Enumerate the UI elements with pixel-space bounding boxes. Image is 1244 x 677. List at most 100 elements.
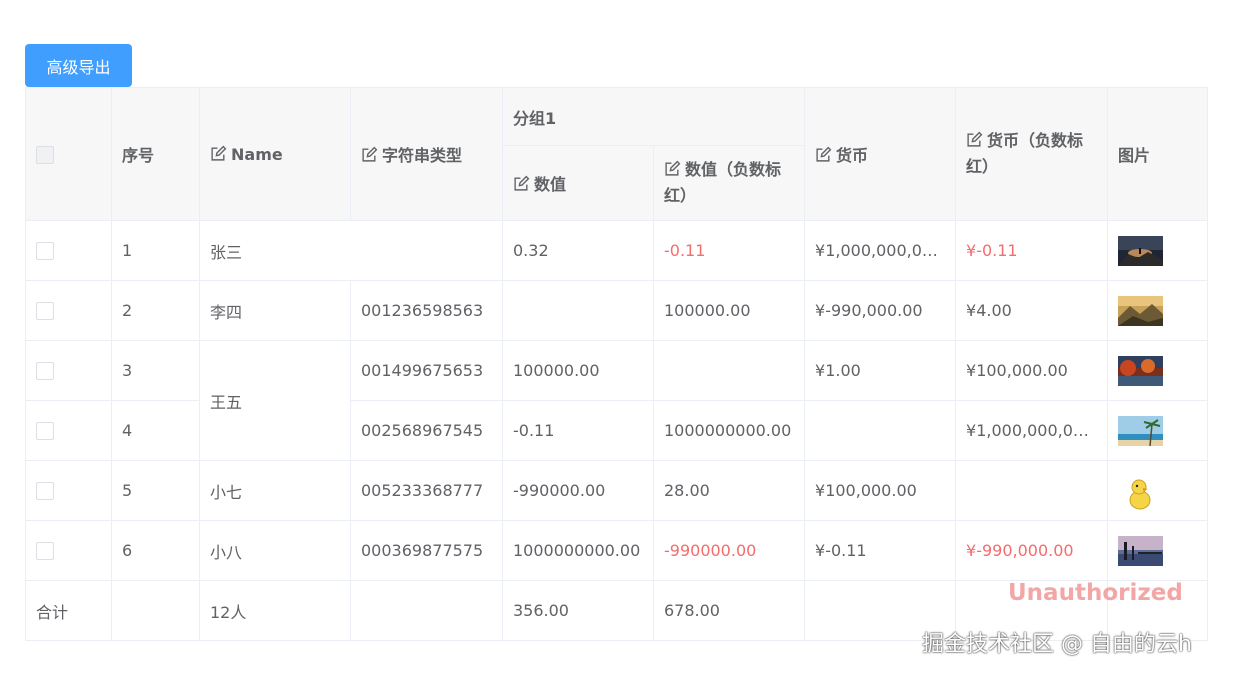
row-select-cell bbox=[25, 460, 112, 521]
header-number-negative[interactable]: 数值（负数标红） bbox=[652, 145, 806, 221]
header-index[interactable]: 序号 bbox=[111, 87, 200, 221]
cell-number-negative bbox=[652, 340, 806, 401]
cell-index: 3 bbox=[111, 340, 200, 401]
cell-number: 0.32 bbox=[502, 220, 654, 281]
cell-number: -0.11 bbox=[502, 400, 654, 461]
cell-number-negative: -990000.00 bbox=[652, 520, 806, 581]
header-name[interactable]: Name bbox=[199, 87, 351, 221]
row-checkbox[interactable] bbox=[36, 362, 54, 381]
beach-palm-thumbnail[interactable] bbox=[1118, 415, 1164, 446]
cell-currency-negative: ¥-990,000.00 bbox=[955, 520, 1109, 581]
cell-currency-negative: ¥100,000.00 bbox=[955, 340, 1109, 401]
table-row[interactable]: 6 小八 000369877575 1000000000.00 -990000.… bbox=[25, 520, 1209, 581]
row-checkbox[interactable] bbox=[36, 422, 54, 441]
cell-image bbox=[1107, 280, 1209, 341]
cell-number: 100000.00 bbox=[502, 340, 654, 401]
header-group1: 分组1 bbox=[501, 87, 806, 146]
table-row[interactable]: 2 李四 001236598563 100000.00 ¥-990,000.00… bbox=[25, 280, 1209, 341]
select-all-checkbox[interactable] bbox=[36, 145, 54, 164]
header-name-label: Name bbox=[231, 144, 283, 164]
cell-currency-negative: ¥4.00 bbox=[955, 280, 1109, 341]
cell-index: 5 bbox=[111, 460, 200, 521]
header-string-type-label: 字符串类型 bbox=[382, 146, 463, 165]
cell-number-negative: 28.00 bbox=[652, 460, 806, 521]
row-checkbox[interactable] bbox=[36, 302, 54, 321]
edit-icon bbox=[816, 146, 832, 162]
night-landscape-thumbnail[interactable] bbox=[1118, 235, 1164, 266]
table-row[interactable]: 3 王五 001499675653 100000.00 ¥1.00 ¥100,0… bbox=[25, 340, 1209, 461]
cell-image bbox=[1107, 520, 1209, 581]
header-currency-negative[interactable]: 货币（负数标红） bbox=[955, 87, 1109, 221]
summary-label: 合计 bbox=[25, 580, 112, 641]
header-number-negative-label: 数值（负数标红） bbox=[664, 160, 782, 205]
cell-name: 王五 bbox=[199, 340, 351, 461]
cell-index: 4 bbox=[111, 400, 200, 461]
summary-name-total: 12人 bbox=[199, 580, 351, 641]
cell-image bbox=[1107, 400, 1209, 461]
cell-number-negative: -0.11 bbox=[652, 220, 806, 281]
sunset-pier-thumbnail[interactable] bbox=[1118, 535, 1164, 566]
cell-currency-negative bbox=[955, 460, 1109, 521]
data-table: 序号 Name 字符串类型 分组1 货币 货币（负数标红） 图片 数值 数值（负… bbox=[25, 87, 1209, 641]
header-image: 图片 bbox=[1107, 87, 1209, 221]
header-currency[interactable]: 货币 bbox=[804, 87, 957, 221]
row-select-cell bbox=[25, 340, 112, 401]
site-watermark: 掘金技术社区 @ 自由的云h bbox=[922, 632, 1192, 657]
edit-icon bbox=[665, 160, 681, 176]
cell-string-type: 000369877575 bbox=[350, 520, 503, 581]
unauthorized-watermark: Unauthorized bbox=[1008, 580, 1183, 606]
summary-string-type bbox=[350, 580, 503, 641]
cell-currency: ¥-0.11 bbox=[804, 520, 957, 581]
summary-number-total: 356.00 bbox=[502, 580, 654, 641]
edit-icon bbox=[514, 175, 530, 191]
cell-image bbox=[1107, 460, 1209, 521]
edit-icon bbox=[967, 131, 983, 147]
table-row[interactable]: 1 张三 0.32 -0.11 ¥1,000,000,000.00 ¥-0.11 bbox=[25, 220, 1209, 281]
cell-number-negative: 1000000000.00 bbox=[652, 400, 806, 461]
header-currency-label: 货币 bbox=[836, 146, 869, 165]
cell-index: 2 bbox=[111, 280, 200, 341]
row-select-cell bbox=[25, 280, 112, 341]
advanced-export-button[interactable]: 高级导出 bbox=[25, 44, 132, 87]
header-string-type[interactable]: 字符串类型 bbox=[350, 87, 503, 221]
cell-name: 小八 bbox=[199, 520, 351, 581]
cell-name: 张三 bbox=[199, 220, 503, 281]
row-select-cell bbox=[25, 520, 112, 581]
cell-number: -990000.00 bbox=[502, 460, 654, 521]
cell-index: 6 bbox=[111, 520, 200, 581]
edit-icon bbox=[211, 145, 227, 161]
yellow-duck-thumbnail[interactable] bbox=[1118, 471, 1163, 511]
cell-index: 1 bbox=[111, 220, 200, 281]
cell-name: 李四 bbox=[199, 280, 351, 341]
row-checkbox[interactable] bbox=[36, 482, 54, 501]
select-all-header bbox=[25, 87, 112, 221]
row-checkbox[interactable] bbox=[36, 242, 54, 261]
cell-name: 小七 bbox=[199, 460, 351, 521]
cell-string-type: 001236598563 bbox=[350, 280, 503, 341]
golden-mountain-thumbnail[interactable] bbox=[1118, 295, 1164, 326]
page: 高级导出 序号 Name 字符串类型 分组1 货币 货币（负数标红） 图片 数值… bbox=[0, 0, 1244, 677]
cell-currency-negative: ¥1,000,000,000.00 bbox=[955, 400, 1109, 461]
header-number[interactable]: 数值 bbox=[502, 145, 654, 221]
cell-image bbox=[1107, 340, 1209, 401]
cell-currency: ¥1.00 bbox=[804, 340, 957, 401]
row-select-cell bbox=[25, 220, 112, 281]
cell-number-negative: 100000.00 bbox=[652, 280, 806, 341]
cell-number bbox=[502, 280, 654, 341]
table-row[interactable]: 5 小七 005233368777 -990000.00 28.00 ¥100,… bbox=[25, 460, 1209, 521]
cell-currency: ¥100,000.00 bbox=[804, 460, 957, 521]
cell-currency-negative: ¥-0.11 bbox=[955, 220, 1109, 281]
summary-index bbox=[111, 580, 200, 641]
row-select-cell bbox=[25, 400, 112, 461]
header-number-label: 数值 bbox=[534, 175, 567, 194]
cell-string-type: 001499675653 bbox=[350, 340, 503, 401]
cell-number: 1000000000.00 bbox=[502, 520, 654, 581]
cell-currency: ¥-990,000.00 bbox=[804, 280, 957, 341]
cell-string-type: 002568967545 bbox=[350, 400, 503, 461]
autumn-lake-thumbnail[interactable] bbox=[1118, 355, 1164, 386]
edit-icon bbox=[362, 146, 378, 162]
cell-currency: ¥1,000,000,000.00 bbox=[804, 220, 957, 281]
cell-currency bbox=[804, 400, 957, 461]
cell-image bbox=[1107, 220, 1209, 281]
row-checkbox[interactable] bbox=[36, 542, 54, 561]
